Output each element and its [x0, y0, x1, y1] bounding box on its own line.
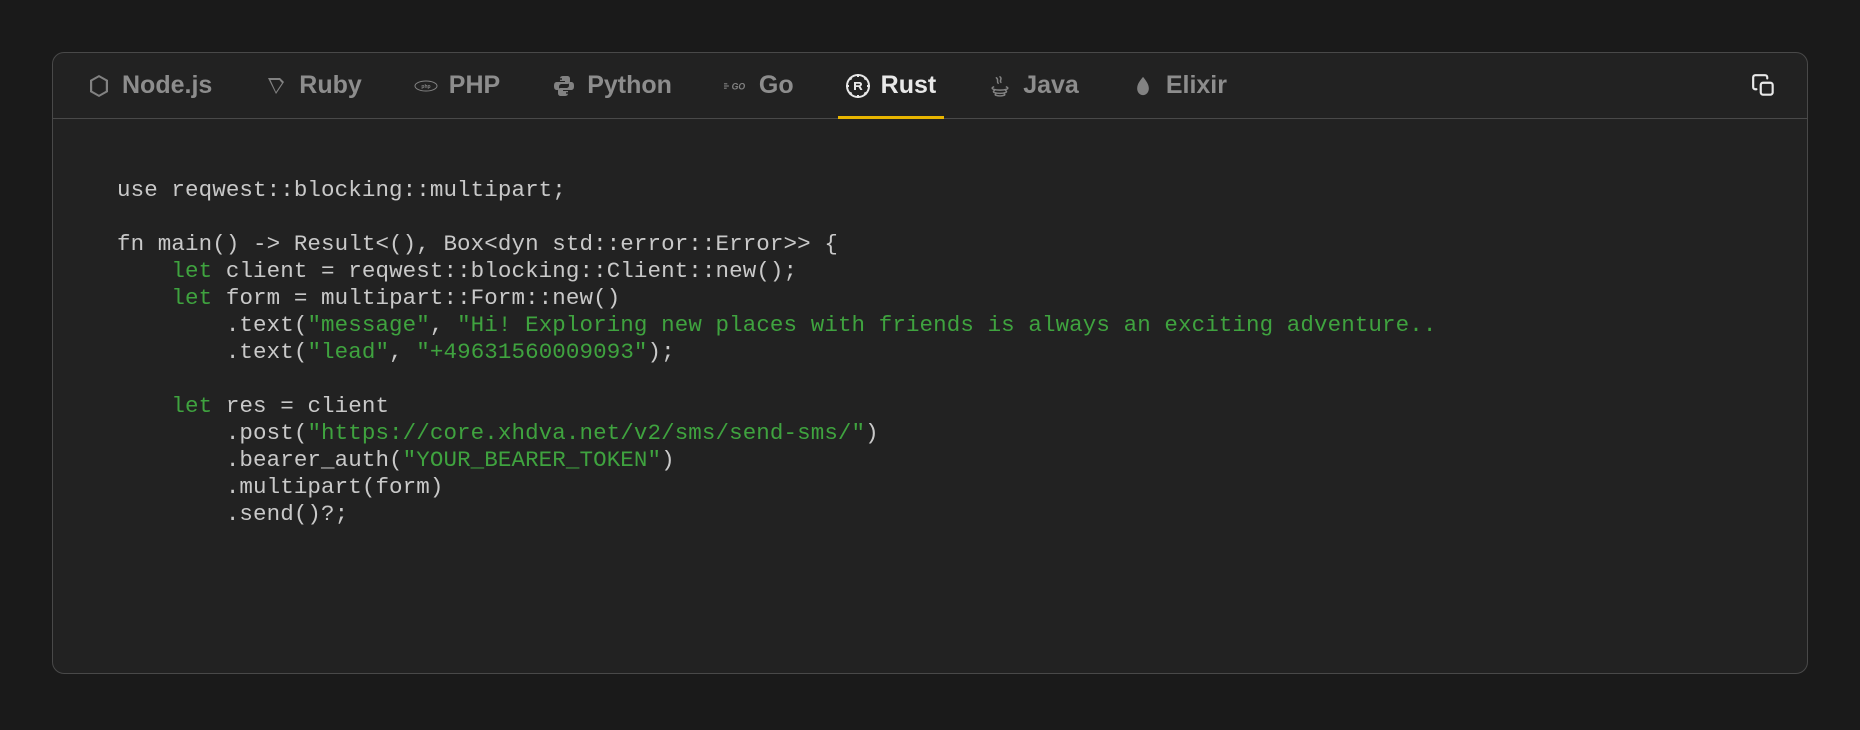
- tab-label: Rust: [881, 71, 937, 100]
- java-icon: [988, 74, 1012, 98]
- tab-java[interactable]: Java: [962, 53, 1105, 118]
- php-icon: php: [414, 74, 438, 98]
- code-panel: Node.js Ruby php PHP Python GO Go Rust Java Elixi…: [52, 52, 1808, 674]
- copy-button[interactable]: [1747, 69, 1781, 103]
- copy-icon: [1751, 73, 1777, 99]
- tab-label: Java: [1023, 71, 1079, 100]
- elixir-icon: [1131, 74, 1155, 98]
- tab-nodejs[interactable]: Node.js: [61, 53, 238, 118]
- tab-label: Node.js: [122, 71, 212, 100]
- tab-label: Elixir: [1166, 71, 1227, 100]
- tab-elixir[interactable]: Elixir: [1105, 53, 1253, 118]
- tab-python[interactable]: Python: [526, 53, 698, 118]
- svg-text:php: php: [421, 84, 430, 90]
- tab-label: Ruby: [299, 71, 362, 100]
- ruby-icon: [264, 74, 288, 98]
- tab-php[interactable]: php PHP: [388, 53, 526, 118]
- code-area: use reqwest::blocking::multipart; fn mai…: [53, 119, 1807, 673]
- nodejs-icon: [87, 74, 111, 98]
- rust-icon: [846, 74, 870, 98]
- tab-rust[interactable]: Rust: [820, 53, 963, 118]
- tab-label: PHP: [449, 71, 500, 100]
- tab-list: Node.js Ruby php PHP Python GO Go Rust Java Elixi…: [61, 53, 1253, 118]
- svg-text:GO: GO: [732, 81, 746, 91]
- tab-label: Go: [759, 71, 794, 100]
- tab-ruby[interactable]: Ruby: [238, 53, 388, 118]
- tab-label: Python: [587, 71, 672, 100]
- code-content: use reqwest::blocking::multipart; fn mai…: [117, 177, 1775, 528]
- tab-bar: Node.js Ruby php PHP Python GO Go Rust Java Elixi…: [53, 53, 1807, 119]
- tab-go[interactable]: GO Go: [698, 53, 820, 118]
- go-icon: GO: [724, 74, 748, 98]
- python-icon: [552, 74, 576, 98]
